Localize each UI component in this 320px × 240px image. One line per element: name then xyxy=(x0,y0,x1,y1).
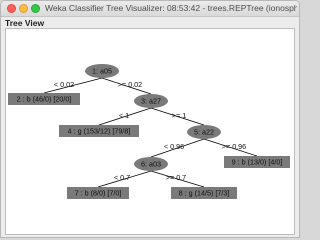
split-node[interactable]: 6: a03 xyxy=(134,157,168,171)
leaf-node[interactable]: 4 : g (153/12) [79/8] xyxy=(59,125,139,137)
leaf-node[interactable]: 2 : b (46/0) [20/0] xyxy=(8,93,80,105)
edge-label: >= 0.02 xyxy=(118,80,142,89)
close-window-icon[interactable] xyxy=(7,4,16,13)
tree-view-label: Tree View xyxy=(5,18,45,28)
node-label: 5: a22 xyxy=(194,128,214,137)
edge-label: < 0.7 xyxy=(114,173,130,182)
node-label: 1: a05 xyxy=(92,67,112,76)
split-node[interactable]: 5: a22 xyxy=(187,125,221,139)
title-bar[interactable]: Weka Classifier Tree Visualizer: 08:53:4… xyxy=(1,1,299,17)
node-label: 6: a03 xyxy=(141,160,161,169)
split-node[interactable]: 3: a27 xyxy=(134,94,168,108)
leaf-node[interactable]: 9 : b (13/0) [4/0] xyxy=(224,156,290,168)
node-label: 3: a27 xyxy=(141,97,161,106)
edge-label: >= 0.96 xyxy=(222,142,246,151)
split-node[interactable]: 1: a05 xyxy=(85,64,119,78)
minimize-window-icon[interactable] xyxy=(19,4,28,13)
tree-diagram: < 0.02 >= 0.02 < 1 >= 1 < 0.96 >= 0.96 < 0.7 >=… xyxy=(8,64,290,199)
node-label: 8 : g (14/5) [7/3] xyxy=(179,189,230,198)
edge-label: >= 1 xyxy=(172,111,186,120)
window-title: Weka Classifier Tree Visualizer: 08:53:4… xyxy=(45,3,297,13)
leaf-node[interactable]: 7 : b (8/0) [7/0] xyxy=(67,187,129,199)
edge-label: < 0.02 xyxy=(54,80,74,89)
tree-visualizer-window: Weka Classifier Tree Visualizer: 08:53:4… xyxy=(0,0,300,238)
edge-label: < 0.96 xyxy=(164,142,184,151)
zoom-window-icon[interactable] xyxy=(31,4,40,13)
node-label: 2 : b (46/0) [20/0] xyxy=(17,95,72,104)
node-label: 7 : b (8/0) [7/0] xyxy=(75,189,122,198)
leaf-node[interactable]: 8 : g (14/5) [7/3] xyxy=(171,187,237,199)
tree-canvas[interactable]: < 0.02 >= 0.02 < 1 >= 1 < 0.96 >= 0.96 < 0.7 >=… xyxy=(5,28,295,235)
edge-label: < 1 xyxy=(119,111,129,120)
edge-label: >= 0.7 xyxy=(166,173,186,182)
node-label: 4 : g (153/12) [79/8] xyxy=(68,127,131,136)
node-label: 9 : b (13/0) [4/0] xyxy=(232,158,283,167)
